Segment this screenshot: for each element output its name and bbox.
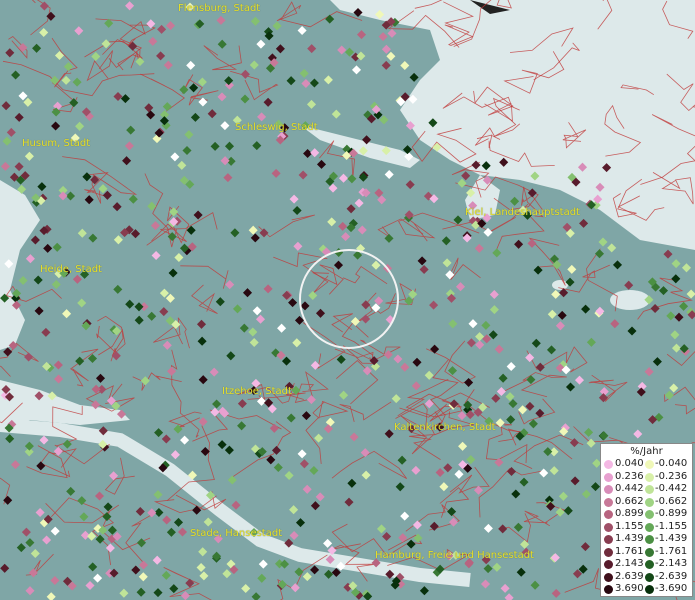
legend-swatch-negative <box>645 535 654 544</box>
legend-swatch-positive <box>604 485 613 494</box>
lake <box>552 280 568 290</box>
legend-swatch-negative <box>645 547 654 557</box>
legend-swatch-positive <box>604 497 613 507</box>
legend-value-negative: -0.040 <box>655 458 688 469</box>
legend-swatch-positive <box>604 460 613 469</box>
legend-row: 1.439 -1.439 <box>601 533 694 545</box>
city-label-husum: Husum, Stadt <box>22 138 91 149</box>
legend-swatch-positive <box>604 585 613 594</box>
legend-swatch-negative <box>645 497 654 507</box>
legend-swatch-negative <box>645 560 654 569</box>
legend-swatch-positive <box>604 560 613 569</box>
legend: %/Jahr 0.040 -0.040 0.236 -0.236 0.442 -0.442… <box>600 443 693 597</box>
legend-value-positive: 1.761 <box>615 545 644 557</box>
legend-swatch-negative <box>645 522 654 532</box>
legend-value-negative: -1.155 <box>655 520 688 532</box>
legend-swatch-negative <box>645 485 654 494</box>
city-label-schleswig: Schleswig, Stadt <box>235 122 318 133</box>
city-label-hamburg: Hamburg, Freie und Hansestadt <box>375 550 534 561</box>
city-label-heide: Heide, Stadt <box>40 264 102 275</box>
legend-value-negative: -0.442 <box>655 483 688 494</box>
legend-value-positive: 0.040 <box>615 458 644 469</box>
legend-swatch-negative <box>645 472 654 482</box>
legend-swatch-negative <box>645 572 654 582</box>
legend-row: 0.442 -0.442 <box>601 483 694 495</box>
legend-value-negative: -1.761 <box>655 545 688 557</box>
legend-value-positive: 1.155 <box>615 520 644 532</box>
legend-row: 1.761 -1.761 <box>601 545 694 558</box>
city-label-itzehoe: Itzehoe, Stadt <box>222 386 292 397</box>
legend-swatch-positive <box>604 572 613 582</box>
legend-row: 0.040 -0.040 <box>601 458 694 470</box>
legend-swatch-negative <box>645 585 654 594</box>
legend-row: 0.662 -0.662 <box>601 495 694 508</box>
legend-value-negative: -0.899 <box>655 508 688 519</box>
legend-swatch-negative <box>645 460 654 469</box>
legend-row: 2.639 -2.639 <box>601 570 694 583</box>
legend-row: 0.236 -0.236 <box>601 470 694 483</box>
legend-value-negative: -3.690 <box>655 583 688 594</box>
legend-value-positive: 3.690 <box>615 583 644 594</box>
legend-swatch-positive <box>604 535 613 544</box>
legend-swatch-positive <box>604 547 613 557</box>
city-label-kiel: Kiel, Landeshauptstadt <box>465 207 580 218</box>
legend-value-negative: -2.639 <box>655 570 688 582</box>
legend-swatch-positive <box>604 472 613 482</box>
legend-value-positive: 0.662 <box>615 495 644 507</box>
legend-value-positive: 0.236 <box>615 470 644 482</box>
legend-value-positive: 1.439 <box>615 533 644 544</box>
city-label-flensburg: Flensburg, Stadt <box>178 3 261 14</box>
legend-row: 1.155 -1.155 <box>601 520 694 533</box>
legend-row: 3.690 -3.690 <box>601 583 694 595</box>
city-label-kaltenkirchen: Kaltenkirchen, Stadt <box>394 422 496 433</box>
legend-value-positive: 0.899 <box>615 508 644 519</box>
city-label-stade: Stade, Hansestadt <box>190 528 283 539</box>
legend-value-negative: -1.439 <box>655 533 688 544</box>
legend-value-positive: 0.442 <box>615 483 644 494</box>
legend-row: 2.143 -2.143 <box>601 558 694 570</box>
legend-value-negative: -2.143 <box>655 558 688 569</box>
legend-value-positive: 2.639 <box>615 570 644 582</box>
legend-value-negative: -0.236 <box>655 470 688 482</box>
legend-row: 0.899 -0.899 <box>601 508 694 520</box>
map-canvas[interactable] <box>0 0 695 600</box>
legend-value-negative: -0.662 <box>655 495 688 507</box>
legend-swatch-negative <box>645 510 654 519</box>
legend-swatch-positive <box>604 522 613 532</box>
legend-value-positive: 2.143 <box>615 558 644 569</box>
legend-swatch-positive <box>604 510 613 519</box>
